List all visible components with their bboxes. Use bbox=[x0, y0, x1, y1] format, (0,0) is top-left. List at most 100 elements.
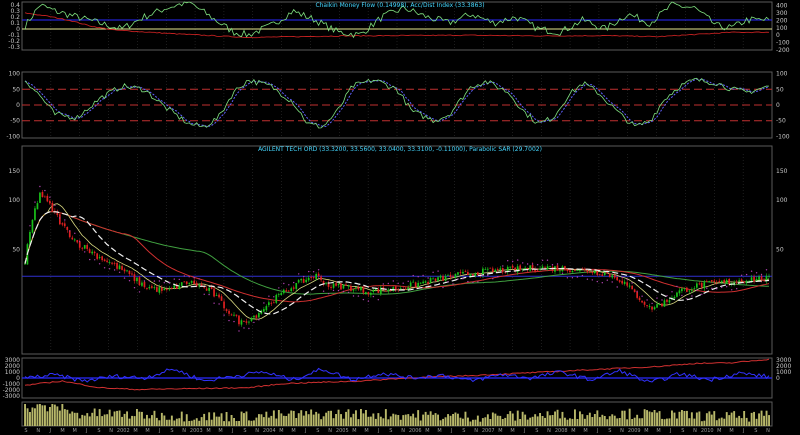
volume-bar bbox=[559, 418, 561, 426]
volume-bar bbox=[330, 410, 332, 426]
volume-bar bbox=[335, 414, 337, 426]
candle-body bbox=[720, 280, 723, 282]
parabolic-sar-dots bbox=[29, 185, 768, 332]
volume-bar bbox=[743, 411, 746, 426]
volume-bar bbox=[457, 413, 459, 426]
volume-bar bbox=[332, 418, 335, 426]
candle-body bbox=[643, 301, 646, 305]
candle-body bbox=[180, 282, 183, 286]
candle-body bbox=[332, 283, 335, 288]
volume-bar bbox=[394, 414, 397, 426]
candle-body bbox=[407, 287, 409, 290]
sar-dot bbox=[178, 278, 180, 281]
candle-body bbox=[128, 270, 131, 274]
volume-bar bbox=[613, 415, 616, 426]
candle-body bbox=[185, 281, 188, 284]
candle-body bbox=[663, 300, 666, 307]
volume-bar bbox=[108, 409, 111, 426]
candle-body bbox=[310, 276, 312, 278]
volume-bar bbox=[760, 410, 763, 426]
volume-bar bbox=[402, 415, 405, 426]
sar-dot bbox=[666, 295, 668, 297]
tick-label: 100 bbox=[9, 71, 21, 78]
candle-body bbox=[454, 273, 457, 278]
volume-bar bbox=[312, 414, 315, 426]
candle-body bbox=[357, 287, 360, 290]
sar-dot bbox=[556, 263, 559, 265]
volume-bar bbox=[230, 415, 233, 426]
volume-bar bbox=[494, 413, 497, 426]
volume-bar bbox=[643, 409, 646, 426]
sar-dot bbox=[243, 327, 245, 329]
volume-bar bbox=[379, 416, 382, 426]
candle-body bbox=[141, 282, 143, 286]
date-tick-label: N bbox=[182, 428, 186, 434]
candle-body bbox=[163, 288, 166, 291]
candle-body bbox=[285, 290, 288, 292]
volume-bar bbox=[710, 414, 713, 426]
candle-body bbox=[49, 200, 51, 204]
sar-dot bbox=[417, 276, 419, 278]
volume-bar bbox=[723, 418, 726, 426]
volume-bar bbox=[24, 404, 26, 426]
volume-bar bbox=[658, 411, 661, 426]
candle-body bbox=[46, 195, 49, 202]
sar-dot bbox=[138, 291, 141, 293]
volume-bar bbox=[121, 416, 123, 426]
volume-bar bbox=[280, 413, 283, 426]
tick-label: 150 bbox=[776, 168, 788, 175]
volume-bar bbox=[476, 415, 479, 426]
candle-body bbox=[143, 281, 146, 288]
volume-bar bbox=[611, 414, 614, 426]
volume-bar bbox=[198, 420, 201, 426]
candle-body bbox=[300, 278, 302, 281]
date-tick-label: J bbox=[523, 428, 525, 434]
volume-bar bbox=[504, 417, 507, 426]
candle-body bbox=[700, 282, 703, 288]
sar-dot bbox=[616, 286, 618, 288]
sar-dot bbox=[661, 299, 663, 301]
sar-dot bbox=[701, 293, 703, 295]
volume-oscillator-series-line bbox=[24, 367, 770, 383]
volume-panel bbox=[21, 401, 773, 427]
sar-dot bbox=[656, 297, 658, 299]
sar-dot bbox=[327, 292, 330, 295]
candle-body bbox=[225, 309, 228, 311]
sar-dot bbox=[397, 282, 399, 284]
candle-body bbox=[718, 281, 721, 283]
volume-bar bbox=[608, 416, 611, 426]
candle-body bbox=[228, 310, 230, 314]
acc-dist-series-line bbox=[24, 12, 770, 39]
volume-bar bbox=[526, 419, 529, 426]
left-axis-ticks: 3000200010000-1000-2000-3000 bbox=[3, 357, 21, 400]
candle-body bbox=[170, 288, 173, 289]
sar-dot bbox=[536, 264, 539, 266]
candle-body bbox=[703, 282, 706, 289]
volume-bar bbox=[133, 416, 136, 426]
candles bbox=[24, 190, 770, 327]
candle-body bbox=[190, 280, 193, 283]
volume-bar bbox=[623, 410, 626, 426]
volume-bar bbox=[636, 414, 639, 426]
volume-bar bbox=[718, 418, 721, 426]
candle-body bbox=[596, 270, 599, 275]
volume-bar bbox=[355, 410, 357, 426]
volume-bar bbox=[66, 409, 69, 426]
candle-body bbox=[417, 282, 419, 287]
volume-bar bbox=[571, 418, 574, 426]
candle-body bbox=[608, 273, 611, 278]
candle-body bbox=[148, 287, 151, 289]
volume-bar bbox=[581, 414, 584, 426]
volume-bar bbox=[389, 416, 392, 426]
volume-bar bbox=[146, 414, 148, 426]
sar-dot bbox=[59, 217, 61, 219]
candle-body bbox=[509, 266, 511, 268]
oscillator-panel: 100 50 0 -50 -100 100 50 0 -50 -100 bbox=[6, 71, 789, 141]
candle-body bbox=[750, 277, 753, 282]
tick-label: 100 bbox=[776, 197, 788, 204]
date-tick-label: M bbox=[145, 428, 149, 434]
volume-bar bbox=[641, 418, 644, 426]
volume-bar bbox=[414, 417, 417, 426]
volume-bar bbox=[374, 418, 377, 426]
sar-dot bbox=[412, 274, 414, 277]
